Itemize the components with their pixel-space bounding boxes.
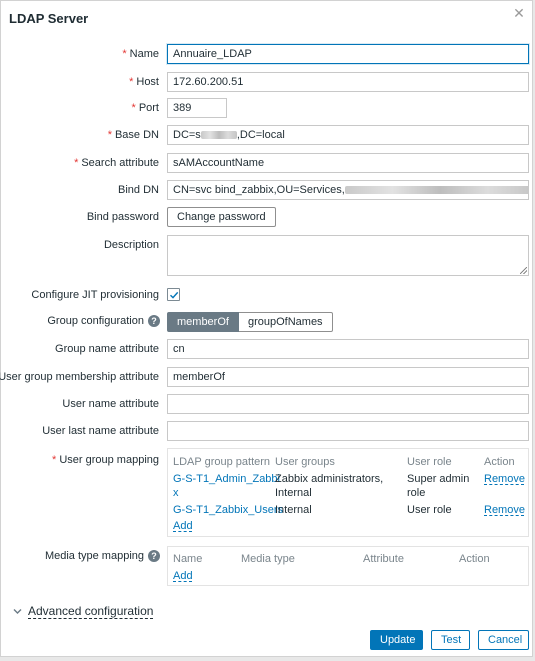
column-header: Action <box>459 553 490 565</box>
required-marker: * <box>52 454 57 466</box>
base-dn-input[interactable]: DC=s ,DC=local <box>167 125 529 145</box>
column-header: User groups <box>275 456 335 468</box>
user-last-name-attribute-input[interactable] <box>167 421 529 441</box>
media-type-mapping-label: Media type mapping? <box>45 550 160 563</box>
base-dn-label: * Base DN <box>107 129 159 141</box>
dialog-title: LDAP Server <box>9 11 89 26</box>
host-input[interactable]: 172.60.200.51 <box>167 72 529 92</box>
user-name-attribute-input[interactable] <box>167 394 529 414</box>
search-attribute-label: * Search attribute <box>74 157 159 169</box>
column-header: Name <box>173 553 203 565</box>
column-header: Action <box>484 456 515 468</box>
column-header: User role <box>407 456 452 468</box>
name-input[interactable]: Annuaire_LDAP <box>167 44 529 64</box>
ldap-server-dialog: LDAP Server ✕ * Name Annuaire_LDAP * Host … <box>0 0 533 657</box>
add-media-type-mapping-link[interactable]: Add <box>173 569 193 583</box>
bind-dn-input[interactable]: CN=svc bind_zabbix,OU=Services, <box>167 180 529 200</box>
change-password-button[interactable]: Change password <box>167 207 276 227</box>
required-marker: * <box>129 76 134 88</box>
test-button[interactable]: Test <box>431 630 470 650</box>
group-of-names-option[interactable]: groupOfNames <box>238 312 333 332</box>
port-label: * Port <box>131 102 159 114</box>
user-groups-cell: Internal <box>275 504 312 516</box>
add-user-group-mapping-link[interactable]: Add <box>173 519 193 533</box>
checkmark-icon <box>170 291 179 299</box>
jit-label: Configure JIT provisioning <box>31 289 159 301</box>
group-name-attribute-label: Group name attribute <box>55 343 159 355</box>
media-type-mapping-table: Name Media type Attribute Action Add <box>167 546 529 586</box>
required-marker: * <box>74 157 79 169</box>
user-group-mapping-table: LDAP group pattern User groups User role… <box>167 448 529 537</box>
redacted-text <box>200 131 237 140</box>
group-configuration-label: Group configuration? <box>47 315 160 328</box>
column-header: Media type <box>241 553 295 565</box>
jit-checkbox[interactable] <box>167 288 180 301</box>
group-configuration-toggle: memberOf groupOfNames <box>167 312 333 332</box>
description-label: Description <box>103 239 159 251</box>
user-role-cell: Super admin role <box>407 473 470 499</box>
required-marker: * <box>122 48 127 60</box>
search-attribute-input[interactable]: sAMAccountName <box>167 153 529 173</box>
port-input[interactable]: 389 <box>167 98 227 118</box>
user-groups-cell: Zabbix administrators, Internal <box>275 473 384 499</box>
remove-link[interactable]: Remove <box>484 503 525 517</box>
help-icon[interactable]: ? <box>148 315 160 328</box>
help-icon[interactable]: ? <box>148 550 160 563</box>
update-button[interactable]: Update <box>370 630 423 650</box>
ldap-group-pattern-link[interactable]: G-S-T1_Zabbix_Users <box>173 503 283 517</box>
host-label: * Host <box>129 76 159 88</box>
user-group-mapping-label: * User group mapping <box>52 454 159 466</box>
group-name-attribute-input[interactable]: cn <box>167 339 529 359</box>
user-group-membership-input[interactable]: memberOf <box>167 367 529 387</box>
close-icon[interactable]: ✕ <box>512 6 526 20</box>
user-name-attribute-label: User name attribute <box>62 398 159 410</box>
cancel-button[interactable]: Cancel <box>478 630 529 650</box>
description-textarea[interactable] <box>167 235 529 276</box>
remove-link[interactable]: Remove <box>484 472 525 486</box>
column-header: Attribute <box>363 553 404 565</box>
chevron-down-icon <box>13 604 22 618</box>
ldap-group-pattern-link[interactable]: G-S-T1_Admin_Zabbi x <box>173 472 280 500</box>
user-last-name-attribute-label: User last name attribute <box>42 425 159 437</box>
redacted-text <box>344 186 528 195</box>
required-marker: * <box>107 129 112 141</box>
required-marker: * <box>131 102 136 114</box>
resize-handle-icon[interactable] <box>520 267 527 274</box>
name-label: * Name <box>122 48 159 60</box>
user-group-membership-label: User group membership attribute <box>0 371 159 383</box>
bind-password-label: Bind password <box>86 211 159 223</box>
column-header: LDAP group pattern <box>173 456 271 468</box>
advanced-configuration-toggle[interactable]: Advanced configuration <box>13 604 154 619</box>
member-of-option[interactable]: memberOf <box>167 312 239 332</box>
bind-dn-label: Bind DN <box>118 184 159 196</box>
user-role-cell: User role <box>407 504 452 516</box>
